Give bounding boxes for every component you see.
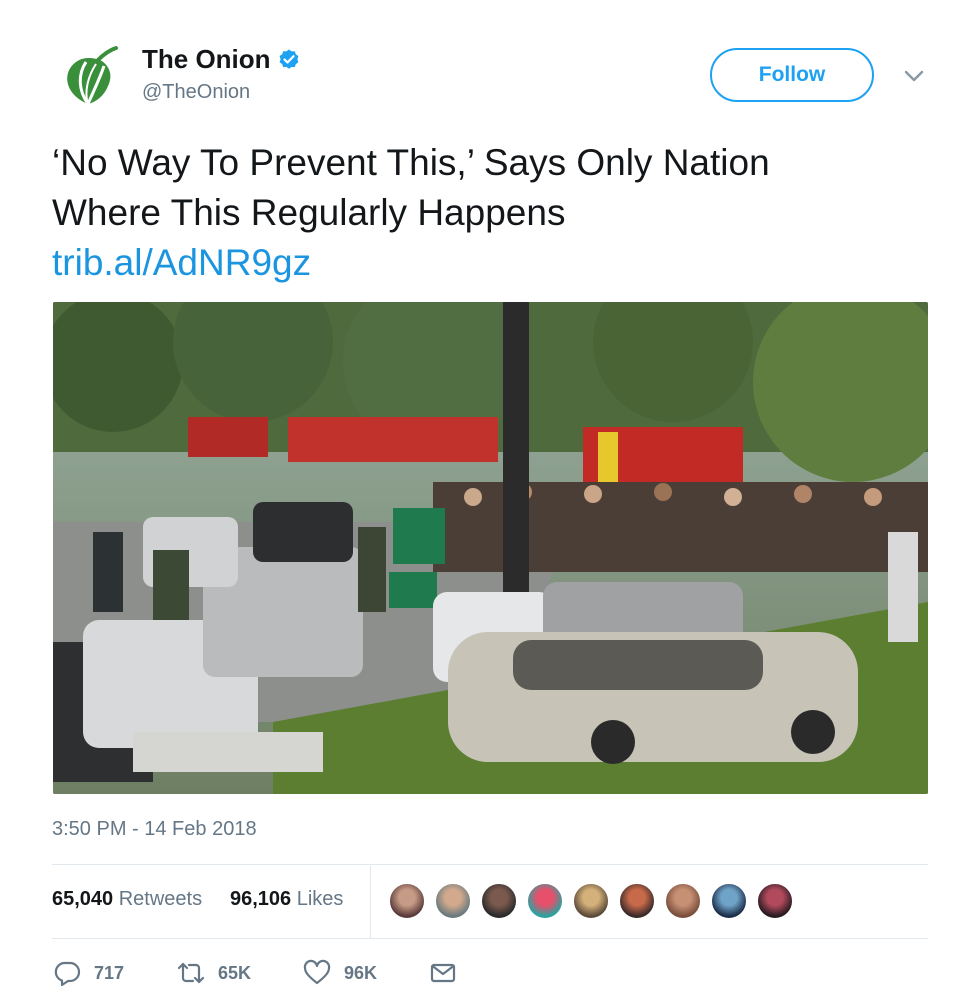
- display-name[interactable]: The Onion: [142, 44, 271, 75]
- chevron-down-icon[interactable]: [900, 62, 928, 90]
- likes-label: Likes: [296, 888, 344, 910]
- liker-avatar[interactable]: [434, 882, 472, 920]
- tweet-photo[interactable]: [53, 302, 928, 794]
- liker-avatar[interactable]: [664, 882, 702, 920]
- tweet-header: The Onion @TheOnion Follow: [54, 42, 934, 112]
- tweet-text-line-1: ‘No Way To Prevent This,’ Says Only Nati…: [52, 142, 770, 183]
- likes-stat[interactable]: 96,106 Likes: [230, 888, 343, 911]
- divider-top: [52, 864, 928, 865]
- like-button[interactable]: 96K: [302, 958, 377, 988]
- divider-bottom: [52, 938, 928, 939]
- liker-avatar[interactable]: [618, 882, 656, 920]
- photo-illustration: [53, 302, 928, 794]
- stats-separator: [370, 866, 371, 938]
- retweet-icon: [177, 962, 205, 984]
- liker-avatar[interactable]: [756, 882, 794, 920]
- retweets-stat[interactable]: 65,040 Retweets: [52, 888, 202, 911]
- heart-icon: [303, 959, 331, 985]
- like-count: 96K: [344, 962, 378, 983]
- display-name-row[interactable]: The Onion: [142, 44, 301, 75]
- account-handle[interactable]: @TheOnion: [142, 81, 301, 104]
- tweet-actions: 717 65K 96K: [52, 952, 928, 996]
- follow-button[interactable]: Follow: [710, 48, 874, 102]
- likes-count: 96,106: [230, 888, 292, 910]
- liker-avatar[interactable]: [388, 882, 426, 920]
- liker-avatar[interactable]: [710, 882, 748, 920]
- retweets-label: Retweets: [118, 888, 203, 910]
- envelope-icon: [430, 963, 456, 983]
- verified-badge-icon: [279, 49, 298, 69]
- account-names: The Onion @TheOnion: [142, 44, 301, 104]
- reply-icon: [54, 961, 81, 987]
- tweet-text: ‘No Way To Prevent This,’ Says Only Nati…: [52, 138, 932, 288]
- retweets-count: 65,040: [52, 888, 114, 910]
- message-button[interactable]: [428, 958, 458, 988]
- tweet-link[interactable]: trib.al/AdNR9gz: [52, 238, 932, 288]
- tweet-timestamp[interactable]: 3:50 PM - 14 Feb 2018: [52, 818, 257, 841]
- liker-avatar[interactable]: [572, 882, 610, 920]
- retweet-button[interactable]: 65K: [176, 958, 251, 988]
- tweet-stats: 65,040 Retweets 96,106 Likes: [52, 866, 928, 938]
- reply-count: 717: [94, 962, 125, 983]
- reply-button[interactable]: 717: [52, 958, 124, 988]
- liker-avatars: [388, 882, 794, 920]
- retweet-count: 65K: [218, 962, 252, 983]
- onion-logo-icon[interactable]: [54, 42, 124, 112]
- liker-avatar[interactable]: [526, 882, 564, 920]
- liker-avatar[interactable]: [480, 882, 518, 920]
- tweet-text-line-2: Where This Regularly Happens: [52, 192, 566, 233]
